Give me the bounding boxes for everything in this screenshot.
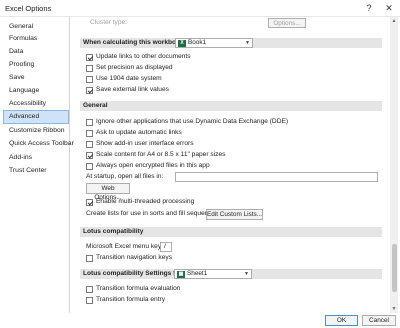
edit-custom-lists-button[interactable]: Edit Custom Lists... bbox=[206, 209, 263, 220]
ask-update-links-label: Ask to update automatic links bbox=[96, 129, 182, 136]
sidebar-item-customize-ribbon[interactable]: Customize Ribbon bbox=[4, 125, 68, 137]
formula-entry-label: Transition formula entry bbox=[96, 296, 166, 303]
sidebar-item-save[interactable]: Save bbox=[4, 72, 68, 84]
calc-option-row: Set precision as displayed bbox=[72, 63, 390, 73]
save-external-links-checkbox[interactable] bbox=[86, 87, 93, 94]
date-1904-label: Use 1904 date system bbox=[96, 75, 162, 82]
scroll-thumb[interactable] bbox=[391, 244, 397, 292]
cluster-options-button[interactable]: Options... bbox=[268, 18, 306, 28]
date-1904-checkbox[interactable] bbox=[86, 76, 93, 83]
chevron-down-icon: ▼ bbox=[244, 271, 249, 277]
vertical-scrollbar[interactable]: ▲ ▼ bbox=[390, 17, 398, 313]
cluster-type-row: Cluster type: Options... bbox=[72, 18, 390, 28]
startup-row: At startup, open all files in: bbox=[72, 172, 390, 182]
general-section-header: General bbox=[80, 101, 382, 111]
nav-keys-checkbox[interactable] bbox=[86, 255, 93, 262]
lotus-section-title: Lotus compatibility bbox=[83, 228, 144, 235]
sidebar-item-proofing[interactable]: Proofing bbox=[4, 59, 68, 71]
addin-ui-errors-label: Show add-in user interface errors bbox=[96, 140, 194, 147]
lotus-section-header: Lotus compatibility bbox=[80, 227, 382, 237]
nav-keys-row: Transition navigation keys bbox=[72, 253, 390, 263]
scale-content-checkbox[interactable] bbox=[86, 152, 93, 159]
sidebar-item-trust-center[interactable]: Trust Center bbox=[4, 165, 68, 177]
lotus-sheet-value: Sheet1 bbox=[187, 270, 208, 277]
ok-button[interactable]: OK bbox=[325, 315, 358, 326]
sidebar-item-accessibility[interactable]: Accessibility bbox=[4, 98, 68, 110]
sidebar-item-general[interactable]: General bbox=[4, 21, 68, 33]
scale-content-label: Scale content for A4 or 8.5 x 11" paper … bbox=[96, 151, 226, 158]
sidebar-item-language[interactable]: Language bbox=[4, 85, 68, 97]
calc-option-row: Save external link values bbox=[72, 85, 390, 95]
general-option-row: Ask to update automatic links bbox=[72, 128, 390, 138]
ignore-dde-label: Ignore other applications that use Dynam… bbox=[96, 118, 289, 125]
sidebar-item-formulas[interactable]: Formulas bbox=[4, 33, 68, 45]
open-encrypted-checkbox[interactable] bbox=[86, 163, 93, 170]
scroll-up-icon[interactable]: ▲ bbox=[390, 17, 398, 25]
advanced-options-panel: Cluster type: Options... When calculatin… bbox=[72, 17, 390, 313]
menu-key-label: Microsoft Excel menu key: bbox=[86, 243, 163, 250]
startup-folder-input[interactable] bbox=[175, 172, 378, 182]
sidebar-item-add-ins[interactable]: Add-ins bbox=[4, 152, 68, 164]
scroll-down-icon[interactable]: ▼ bbox=[390, 305, 398, 313]
general-option-row: Ignore other applications that use Dynam… bbox=[72, 117, 390, 127]
sidebar-item-data[interactable]: Data bbox=[4, 46, 68, 58]
set-precision-checkbox[interactable] bbox=[86, 65, 93, 72]
cancel-button[interactable]: Cancel bbox=[362, 315, 396, 326]
addin-ui-errors-checkbox[interactable] bbox=[86, 141, 93, 148]
title-bar: Excel Options ? ✕ bbox=[0, 0, 400, 17]
menu-key-row: Microsoft Excel menu key: / bbox=[72, 242, 390, 252]
menu-key-input[interactable]: / bbox=[160, 242, 172, 252]
multithreaded-checkbox[interactable] bbox=[86, 199, 93, 206]
formula-entry-checkbox[interactable] bbox=[86, 297, 93, 304]
update-links-label: Update links to other documents bbox=[96, 53, 191, 60]
multithreaded-label: Enable multi-threaded processing bbox=[96, 198, 195, 205]
sidebar-item-quick-access-toolbar[interactable]: Quick Access Toolbar bbox=[4, 138, 74, 150]
lotus-setting-row: Transition formula evaluation bbox=[72, 284, 390, 294]
save-external-links-label: Save external link values bbox=[96, 86, 169, 93]
startup-label: At startup, open all files in: bbox=[86, 173, 164, 180]
formula-evaluation-label: Transition formula evaluation bbox=[96, 285, 181, 292]
dialog-footer: OK Cancel bbox=[0, 313, 400, 328]
multithreaded-row: Enable multi-threaded processing bbox=[72, 197, 390, 207]
calc-option-row: Update links to other documents bbox=[72, 52, 390, 62]
close-button[interactable]: ✕ bbox=[381, 1, 397, 15]
excel-workbook-icon: X bbox=[178, 40, 186, 47]
nav-keys-label: Transition navigation keys bbox=[96, 254, 172, 261]
formula-evaluation-checkbox[interactable] bbox=[86, 286, 93, 293]
calc-section-title: When calculating this workbook: bbox=[83, 39, 186, 46]
lotus-settings-section-title: Lotus compatibility Settings for: bbox=[83, 270, 185, 277]
lotus-setting-row: Transition formula entry bbox=[72, 295, 390, 305]
window-title: Excel Options bbox=[5, 4, 52, 13]
calc-option-row: Use 1904 date system bbox=[72, 74, 390, 84]
custom-lists-label: Create lists for use in sorts and fill s… bbox=[86, 210, 221, 217]
set-precision-label: Set precision as displayed bbox=[96, 64, 173, 71]
help-button[interactable]: ? bbox=[361, 1, 377, 15]
ask-update-links-checkbox[interactable] bbox=[86, 130, 93, 137]
calc-workbook-value: Book1 bbox=[188, 39, 207, 46]
web-options-button[interactable]: Web Options... bbox=[86, 183, 130, 201]
lotus-sheet-select[interactable]: ▦ Sheet1 ▼ bbox=[174, 269, 252, 279]
options-sidebar: General Formulas Data Proofing Save Lang… bbox=[2, 17, 74, 318]
worksheet-icon: ▦ bbox=[177, 271, 185, 278]
general-option-row: Show add-in user interface errors bbox=[72, 139, 390, 149]
general-option-row: Scale content for A4 or 8.5 x 11" paper … bbox=[72, 150, 390, 160]
custom-lists-row: Create lists for use in sorts and fill s… bbox=[72, 209, 390, 220]
open-encrypted-label: Always open encrypted files in this app bbox=[96, 162, 210, 169]
sidebar-item-advanced[interactable]: Advanced bbox=[3, 110, 69, 124]
update-links-checkbox[interactable] bbox=[86, 54, 93, 61]
general-option-row: Always open encrypted files in this app bbox=[72, 161, 390, 171]
general-section-title: General bbox=[83, 102, 108, 109]
chevron-down-icon: ▼ bbox=[245, 40, 250, 46]
cluster-type-label: Cluster type: bbox=[90, 19, 128, 26]
ignore-dde-checkbox[interactable] bbox=[86, 119, 93, 126]
calc-workbook-select[interactable]: X Book1 ▼ bbox=[175, 38, 253, 48]
